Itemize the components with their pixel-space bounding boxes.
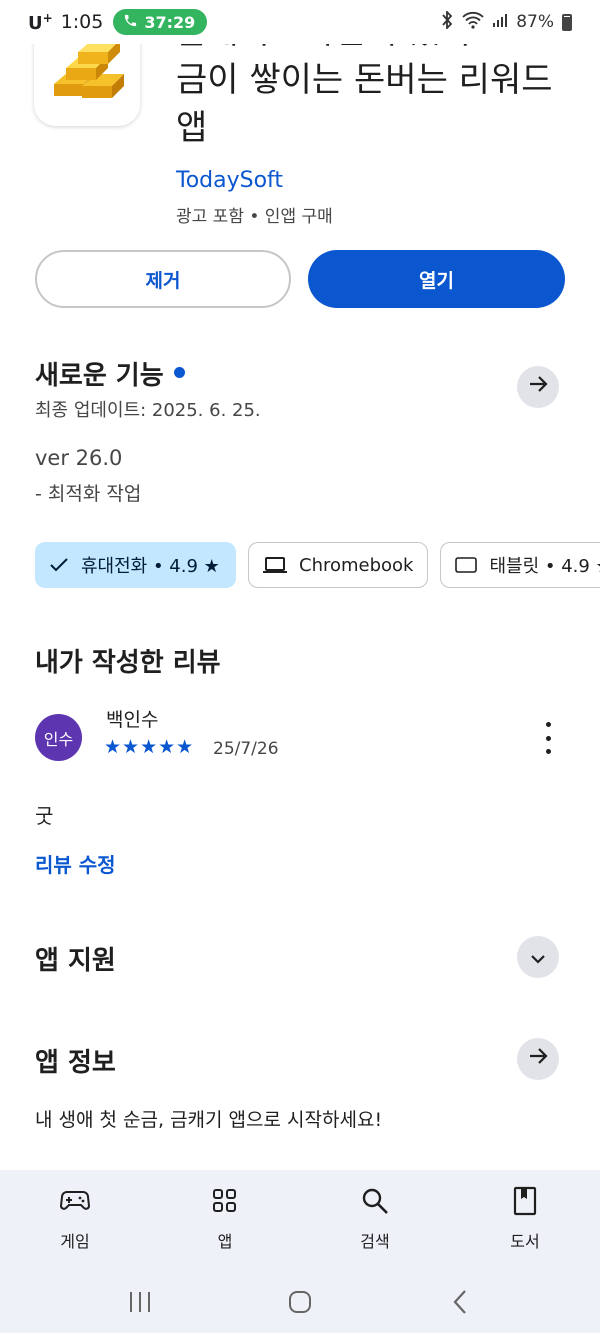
system-navigation-bar bbox=[0, 1270, 600, 1333]
nav-books[interactable]: 도서 bbox=[450, 1170, 600, 1270]
open-button[interactable]: 열기 bbox=[308, 250, 565, 308]
last-updated: 최종 업데이트: 2025. 6. 25. bbox=[35, 400, 261, 421]
app-tagline: 내 생애 첫 순금, 금캐기 앱으로 시작하세요! bbox=[35, 1109, 383, 1131]
battery-percent: 87% bbox=[516, 12, 554, 32]
book-icon bbox=[508, 1184, 542, 1218]
app-meta: 광고 포함 • 인앱 구매 bbox=[176, 207, 333, 227]
whats-new-header[interactable]: 새로운 기능 bbox=[35, 355, 185, 392]
search-icon bbox=[358, 1184, 392, 1218]
bluetooth-icon bbox=[440, 9, 454, 34]
bottom-navigation: 게임 앱 검색 도서 bbox=[0, 1170, 600, 1270]
call-icon bbox=[123, 13, 138, 32]
whats-new-title: 새로운 기능 bbox=[35, 361, 164, 391]
clock: 1:05 bbox=[60, 11, 104, 33]
chip-tablet[interactable]: 태블릿 • 4.9 ★ bbox=[440, 542, 600, 588]
nav-books-label: 도서 bbox=[510, 1232, 540, 1251]
check-icon bbox=[49, 557, 69, 573]
review-text: 굿 bbox=[35, 804, 54, 828]
developer-link[interactable]: TodaySoft bbox=[176, 168, 283, 193]
app-info-arrow-button[interactable] bbox=[517, 1038, 559, 1080]
carrier-label: U+ bbox=[28, 10, 53, 34]
star-rating: ★★★★★ bbox=[104, 736, 195, 758]
avatar: 인수 bbox=[35, 714, 82, 761]
nav-apps-label: 앱 bbox=[217, 1232, 233, 1251]
tablet-icon bbox=[455, 557, 478, 573]
recent-apps-button[interactable] bbox=[110, 1282, 170, 1322]
nav-games-label: 게임 bbox=[60, 1232, 90, 1251]
arrow-right-icon bbox=[527, 1045, 549, 1073]
ongoing-call-pill[interactable]: 37:29 bbox=[113, 9, 208, 35]
release-notes: - 최적화 작업 bbox=[35, 483, 142, 505]
nav-search-label: 검색 bbox=[360, 1232, 390, 1251]
chip-chromebook-label: Chromebook bbox=[299, 554, 414, 576]
status-icons: 87% bbox=[440, 9, 572, 34]
signal-icon bbox=[492, 12, 508, 33]
chevron-down-icon bbox=[529, 943, 547, 971]
battery-icon bbox=[562, 13, 572, 31]
app-info-title[interactable]: 앱 정보 bbox=[35, 1042, 116, 1079]
chip-phone[interactable]: 휴대전화 • 4.9 ★ bbox=[35, 542, 236, 588]
back-button[interactable] bbox=[430, 1282, 490, 1322]
laptop-icon bbox=[263, 556, 287, 574]
review-date: 25/7/26 bbox=[213, 739, 279, 759]
my-review-title: 내가 작성한 리뷰 bbox=[35, 648, 221, 678]
app-title-line2: 금이 쌓이는 돈버는 리워드 bbox=[176, 60, 553, 100]
uninstall-button[interactable]: 제거 bbox=[35, 250, 291, 308]
new-indicator-dot bbox=[173, 367, 185, 378]
arrow-right-icon bbox=[527, 373, 549, 401]
version-label: ver 26.0 bbox=[35, 446, 123, 470]
more-options-icon[interactable] bbox=[540, 722, 556, 754]
nav-games[interactable]: 게임 bbox=[0, 1170, 150, 1270]
wifi-icon bbox=[462, 11, 484, 34]
call-timer: 37:29 bbox=[144, 12, 196, 32]
app-support-expand-button[interactable] bbox=[517, 936, 559, 978]
nav-search[interactable]: 검색 bbox=[300, 1170, 450, 1270]
status-bar: U+ 1:05 37:29 87% bbox=[0, 0, 600, 44]
app-support-title[interactable]: 앱 지원 bbox=[35, 940, 116, 977]
reviewer-name: 백인수 bbox=[106, 709, 159, 731]
whats-new-arrow-button[interactable] bbox=[517, 366, 559, 408]
device-chips: 휴대전화 • 4.9 ★ Chromebook 태블릿 • 4.9 ★ bbox=[35, 542, 600, 588]
gamepad-icon bbox=[58, 1184, 92, 1218]
chip-chromebook[interactable]: Chromebook bbox=[248, 542, 429, 588]
nav-apps[interactable]: 앱 bbox=[150, 1170, 300, 1270]
chip-tablet-label: 태블릿 • 4.9 ★ bbox=[489, 556, 600, 577]
home-button[interactable] bbox=[270, 1282, 330, 1322]
edit-review-link[interactable]: 리뷰 수정 bbox=[35, 849, 116, 878]
app-title-line3: 앱 bbox=[176, 108, 208, 148]
chip-phone-label: 휴대전화 • 4.9 ★ bbox=[81, 556, 220, 577]
apps-grid-icon bbox=[208, 1184, 242, 1218]
